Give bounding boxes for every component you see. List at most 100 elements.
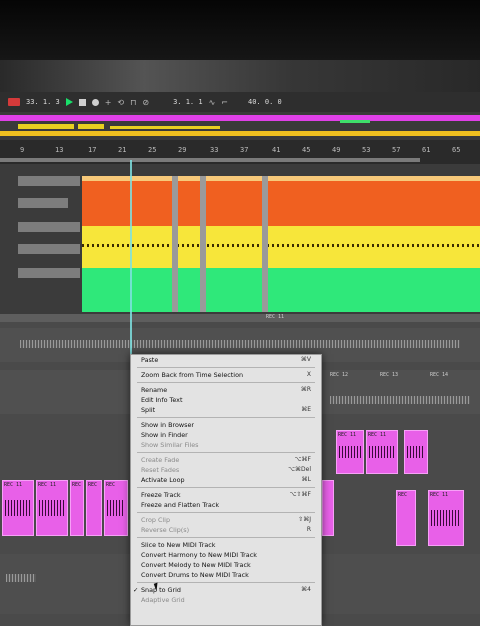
ruler-tick: 13	[55, 146, 64, 154]
midi-clip-green[interactable]	[82, 268, 480, 312]
midi-notes	[82, 244, 480, 247]
track-header[interactable]	[18, 198, 68, 208]
menu-item-shortcut: ⌘L	[301, 476, 311, 483]
context-menu: Paste ⌘V Zoom Back from Time Selection X Ren…	[130, 354, 322, 626]
menu-item-edit-info-text[interactable]: Edit Info Text	[131, 395, 321, 405]
track-separator	[0, 314, 480, 322]
overview-orange-strip	[0, 131, 480, 136]
checkmark-icon: ✓	[133, 586, 139, 594]
menu-item-label: Show in Finder	[141, 431, 188, 439]
menu-item-show-in-browser[interactable]: Show in Browser	[131, 420, 321, 430]
ruler-tick: 53	[362, 146, 371, 154]
loop-length[interactable]: 40. 0. 0	[248, 98, 282, 106]
menu-item-zoom-back-from-time-selection[interactable]: Zoom Back from Time Selection X	[131, 370, 321, 380]
song-position[interactable]: 33. 1. 3	[26, 98, 60, 106]
menu-item-rename[interactable]: Rename ⌘R	[131, 385, 321, 395]
ruler-tick: 61	[422, 146, 431, 154]
clip-label: REC 11	[430, 492, 449, 498]
menu-item-snap-to-grid[interactable]: ✓ Snap to Grid ⌘4	[131, 582, 321, 595]
midi-clip-red[interactable]	[82, 176, 480, 226]
menu-item-freeze-and-flatten-track[interactable]: Freeze and Flatten Track	[131, 500, 321, 510]
ruler-tick: 33	[210, 146, 219, 154]
metronome-icon[interactable]: ⊘	[142, 98, 149, 107]
menu-separator	[137, 512, 315, 513]
stop-icon[interactable]	[78, 98, 86, 106]
midi-clip-yellow[interactable]	[82, 226, 480, 268]
midi-tracks-area[interactable]	[0, 164, 480, 314]
audio-clip-pink[interactable]: REC	[396, 490, 416, 546]
track-header[interactable]	[18, 222, 80, 232]
follow-icon[interactable]: ⌐	[221, 98, 228, 107]
menu-item-shortcut: ⌥⇧⌘F	[289, 491, 311, 498]
menu-item-adaptive-grid: Adaptive Grid	[131, 595, 321, 605]
arrangement-overview[interactable]	[0, 112, 480, 140]
audio-clip-pink[interactable]	[404, 430, 428, 474]
overview-yellow-block	[78, 124, 104, 129]
ruler-tick: 57	[392, 146, 401, 154]
audio-clip-pink[interactable]: REC 11	[336, 430, 364, 474]
menu-item-label: Convert Drums to New MIDI Track	[141, 571, 249, 579]
menu-item-slice-to-new-midi-track[interactable]: Slice to New MIDI Track	[131, 540, 321, 550]
audio-clip-pink[interactable]	[322, 480, 334, 536]
clip-label: REC 11	[368, 432, 387, 438]
menu-item-shortcut: ⌘4	[301, 586, 311, 593]
menu-item-label: Adaptive Grid	[141, 596, 185, 604]
loop-brace[interactable]	[0, 158, 420, 162]
ruler-tick: 9	[20, 146, 25, 154]
audio-clip-pink[interactable]: REC 11	[36, 480, 68, 536]
loop-start[interactable]: 3. 1. 1	[173, 98, 203, 106]
audio-clip-pink[interactable]: REC	[86, 480, 102, 536]
ruler-tick: 45	[302, 146, 311, 154]
draw-mode-icon[interactable]: ∿	[209, 98, 216, 107]
menu-item-label: Create Fade	[141, 456, 180, 464]
menu-item-reverse-clip-s: Reverse Clip(s) R	[131, 525, 321, 535]
clip-label: REC 12	[330, 372, 349, 378]
menu-item-convert-harmony-to-new-midi-track[interactable]: Convert Harmony to New MIDI Track	[131, 550, 321, 560]
loop-icon[interactable]: ⟲	[117, 98, 124, 107]
clip-boundary	[172, 176, 178, 312]
menu-item-shortcut: ⌘V	[300, 356, 311, 363]
record-icon[interactable]	[91, 98, 99, 106]
menu-item-label: Show in Browser	[141, 421, 195, 429]
audio-waveform	[330, 396, 470, 404]
menu-item-label: Crop Clip	[141, 516, 171, 524]
clip-label: REC 11	[266, 314, 285, 320]
ruler-tick: 17	[88, 146, 97, 154]
track-header[interactable]	[18, 268, 80, 278]
menu-item-paste[interactable]: Paste ⌘V	[131, 355, 321, 365]
audio-clip-pink[interactable]: REC	[104, 480, 128, 536]
menu-item-label: Edit Info Text	[141, 396, 183, 404]
audio-clip-pink[interactable]: REC	[70, 480, 84, 536]
menu-item-label: Slice to New MIDI Track	[141, 541, 216, 549]
menu-item-freeze-track[interactable]: Freeze Track ⌥⇧⌘F	[131, 490, 321, 500]
plus-icon[interactable]: +	[105, 98, 112, 107]
punch-icon[interactable]: ⊓	[130, 98, 136, 107]
audio-waveform	[6, 574, 36, 582]
audio-clip-pink[interactable]: REC 11	[366, 430, 398, 474]
menu-item-convert-melody-to-new-midi-track[interactable]: Convert Melody to New MIDI Track	[131, 560, 321, 570]
audio-waveform	[5, 499, 31, 517]
menu-item-label: Freeze and Flatten Track	[141, 501, 220, 509]
audio-clip-pink[interactable]: REC 11	[2, 480, 34, 536]
menu-item-show-in-finder[interactable]: Show in Finder	[131, 430, 321, 440]
audio-waveform	[369, 445, 395, 459]
arrangement-record-button[interactable]	[8, 98, 20, 106]
menu-item-activate-loop[interactable]: Activate Loop ⌘L	[131, 475, 321, 485]
clip-label: REC 14	[430, 372, 449, 378]
menu-item-label: Zoom Back from Time Selection	[141, 371, 244, 379]
transport-bar: 33. 1. 3 + ⟲ ⊓ ⊘ 3. 1. 1 ∿ ⌐ 40. 0. 0	[0, 92, 480, 112]
menu-separator	[137, 417, 315, 418]
audio-clip-pink[interactable]: REC 11	[428, 490, 464, 546]
clip-label: REC	[72, 482, 82, 488]
play-icon[interactable]	[65, 98, 73, 106]
track-header[interactable]	[18, 244, 80, 254]
menu-item-convert-drums-to-new-midi-track[interactable]: Convert Drums to New MIDI Track	[131, 570, 321, 580]
clip-label: REC 11	[4, 482, 23, 488]
menu-item-label: Reverse Clip(s)	[141, 526, 190, 534]
beat-time-ruler[interactable]: 9 13 17 21 25 29 33 37 41 45 49 53 57 61…	[0, 140, 480, 164]
track-header[interactable]	[18, 176, 80, 186]
ruler-tick: 25	[148, 146, 157, 154]
menu-item-split[interactable]: Split ⌘E	[131, 405, 321, 415]
menu-separator	[137, 537, 315, 538]
daw-screen: 33. 1. 3 + ⟲ ⊓ ⊘ 3. 1. 1 ∿ ⌐ 40. 0. 0 9 …	[0, 60, 480, 626]
